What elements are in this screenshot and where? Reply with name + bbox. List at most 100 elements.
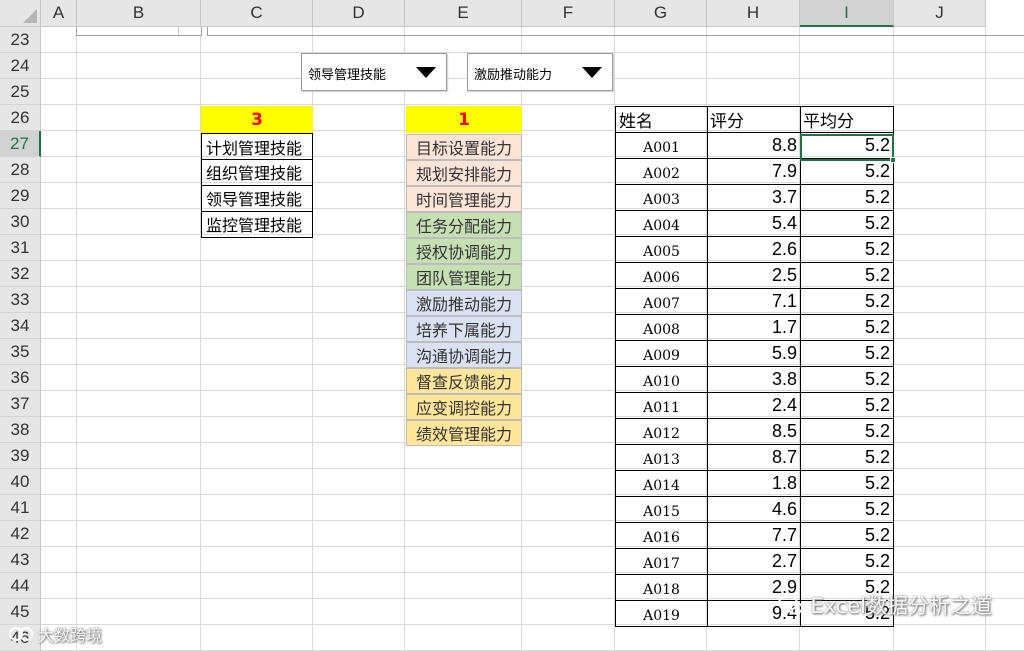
score-cell[interactable]: 5.9	[707, 340, 801, 367]
e-ability-cell[interactable]: 督查反馈能力	[406, 368, 522, 394]
e-ability-cell[interactable]: 时间管理能力	[406, 186, 522, 212]
row-header-29[interactable]: 29	[0, 183, 41, 209]
name-cell[interactable]: A004	[615, 210, 708, 237]
table-header-cell[interactable]: 姓名	[615, 106, 708, 133]
row-header-36[interactable]: 36	[0, 365, 41, 391]
row-header-27[interactable]: 27	[0, 131, 41, 157]
score-cell[interactable]: 4.6	[707, 496, 801, 523]
c-skill-cell[interactable]: 组织管理技能	[201, 159, 313, 186]
score-cell[interactable]: 7.1	[707, 288, 801, 315]
row-header-43[interactable]: 43	[0, 547, 41, 573]
score-cell[interactable]: 8.5	[707, 418, 801, 445]
name-cell[interactable]: A019	[615, 600, 708, 627]
row-header-39[interactable]: 39	[0, 443, 41, 469]
name-cell[interactable]: A002	[615, 158, 708, 185]
table-header-cell[interactable]: 平均分	[800, 106, 894, 133]
name-cell[interactable]: A016	[615, 522, 708, 549]
name-cell[interactable]: A006	[615, 262, 708, 289]
table-header-cell[interactable]: 评分	[707, 106, 801, 133]
row-header-38[interactable]: 38	[0, 417, 41, 443]
fill-handle[interactable]	[890, 157, 896, 163]
score-cell[interactable]: 2.4	[707, 392, 801, 419]
row-header-40[interactable]: 40	[0, 469, 41, 495]
name-cell[interactable]: A014	[615, 470, 708, 497]
average-cell[interactable]: 5.2	[800, 340, 894, 367]
score-cell[interactable]: 5.4	[707, 210, 801, 237]
average-cell[interactable]: 5.2	[800, 470, 894, 497]
average-cell[interactable]: 5.2	[800, 210, 894, 237]
average-cell[interactable]: 5.2	[800, 418, 894, 445]
name-cell[interactable]: A015	[615, 496, 708, 523]
name-cell[interactable]: A010	[615, 366, 708, 393]
name-cell[interactable]: A009	[615, 340, 708, 367]
row-header-34[interactable]: 34	[0, 313, 41, 339]
e-ability-cell[interactable]: 团队管理能力	[406, 264, 522, 290]
row-header-23[interactable]: 23	[0, 27, 41, 53]
score-cell[interactable]: 3.7	[707, 184, 801, 211]
name-cell[interactable]: A007	[615, 288, 708, 315]
row-header-24[interactable]: 24	[0, 53, 41, 79]
row-header-31[interactable]: 31	[0, 235, 41, 261]
row-header-33[interactable]: 33	[0, 287, 41, 313]
select-all-corner[interactable]	[0, 0, 41, 27]
column-header-d[interactable]: D	[313, 0, 405, 27]
c-skill-cell[interactable]: 监控管理技能	[201, 211, 313, 238]
combo-right-dropdown-button[interactable]	[572, 54, 612, 90]
e-ability-cell[interactable]: 任务分配能力	[406, 212, 522, 238]
row-header-26[interactable]: 26	[0, 105, 41, 131]
average-cell[interactable]: 5.2	[800, 288, 894, 315]
column-header-f[interactable]: F	[522, 0, 615, 27]
e-index-cell[interactable]: 1	[406, 106, 522, 133]
combo-box-left[interactable]: 领导管理技能	[301, 53, 447, 91]
e-ability-cell[interactable]: 应变调控能力	[406, 394, 522, 420]
row-header-25[interactable]: 25	[0, 79, 41, 105]
row-header-32[interactable]: 32	[0, 261, 41, 287]
e-ability-cell[interactable]: 授权协调能力	[406, 238, 522, 264]
average-cell[interactable]: 5.2	[800, 392, 894, 419]
e-ability-cell[interactable]: 培养下属能力	[406, 316, 522, 342]
e-ability-cell[interactable]: 激励推动能力	[406, 290, 522, 316]
column-header-h[interactable]: H	[707, 0, 800, 27]
name-cell[interactable]: A017	[615, 548, 708, 575]
score-cell[interactable]: 2.7	[707, 548, 801, 575]
column-header-e[interactable]: E	[405, 0, 522, 27]
average-cell[interactable]: 5.2	[800, 314, 894, 341]
average-cell[interactable]: 5.2	[800, 262, 894, 289]
average-cell[interactable]: 5.2	[800, 548, 894, 575]
name-cell[interactable]: A008	[615, 314, 708, 341]
spreadsheet[interactable]: ABCDEFGHIJ 23 24 25 26 27 28 29 30 31 32 33 34 35 36 3…	[0, 0, 1024, 651]
column-header-c[interactable]: C	[201, 0, 313, 27]
average-cell[interactable]: 5.2	[800, 496, 894, 523]
name-cell[interactable]: A011	[615, 392, 708, 419]
name-cell[interactable]: A018	[615, 574, 708, 601]
combo-left-dropdown-button[interactable]	[406, 54, 446, 90]
e-ability-cell[interactable]: 沟通协调能力	[406, 342, 522, 368]
score-cell[interactable]: 3.8	[707, 366, 801, 393]
average-cell[interactable]: 5.2	[800, 366, 894, 393]
average-cell[interactable]: 5.2	[800, 184, 894, 211]
c-index-cell[interactable]: 3	[201, 106, 313, 133]
column-header-g[interactable]: G	[615, 0, 707, 27]
score-cell[interactable]: 7.7	[707, 522, 801, 549]
e-ability-cell[interactable]: 规划安排能力	[406, 160, 522, 186]
row-header-42[interactable]: 42	[0, 521, 41, 547]
row-header-44[interactable]: 44	[0, 573, 41, 599]
e-ability-cell[interactable]: 绩效管理能力	[406, 420, 522, 446]
row-header-37[interactable]: 37	[0, 391, 41, 417]
score-cell[interactable]: 1.8	[707, 470, 801, 497]
name-cell[interactable]: A012	[615, 418, 708, 445]
c-skill-cell[interactable]: 计划管理技能	[201, 133, 313, 160]
column-header-i[interactable]: I	[800, 0, 894, 27]
e-ability-cell[interactable]: 目标设置能力	[406, 134, 522, 160]
average-cell[interactable]: 5.2	[800, 522, 894, 549]
row-header-30[interactable]: 30	[0, 209, 41, 235]
column-header-b[interactable]: B	[77, 0, 201, 27]
row-header-41[interactable]: 41	[0, 495, 41, 521]
c-skill-cell[interactable]: 领导管理技能	[201, 185, 313, 212]
combo-box-right[interactable]: 激励推动能力	[467, 53, 613, 91]
row-header-35[interactable]: 35	[0, 339, 41, 365]
name-cell[interactable]: A013	[615, 444, 708, 471]
name-cell[interactable]: A003	[615, 184, 708, 211]
score-cell[interactable]: 8.7	[707, 444, 801, 471]
score-cell[interactable]: 1.7	[707, 314, 801, 341]
